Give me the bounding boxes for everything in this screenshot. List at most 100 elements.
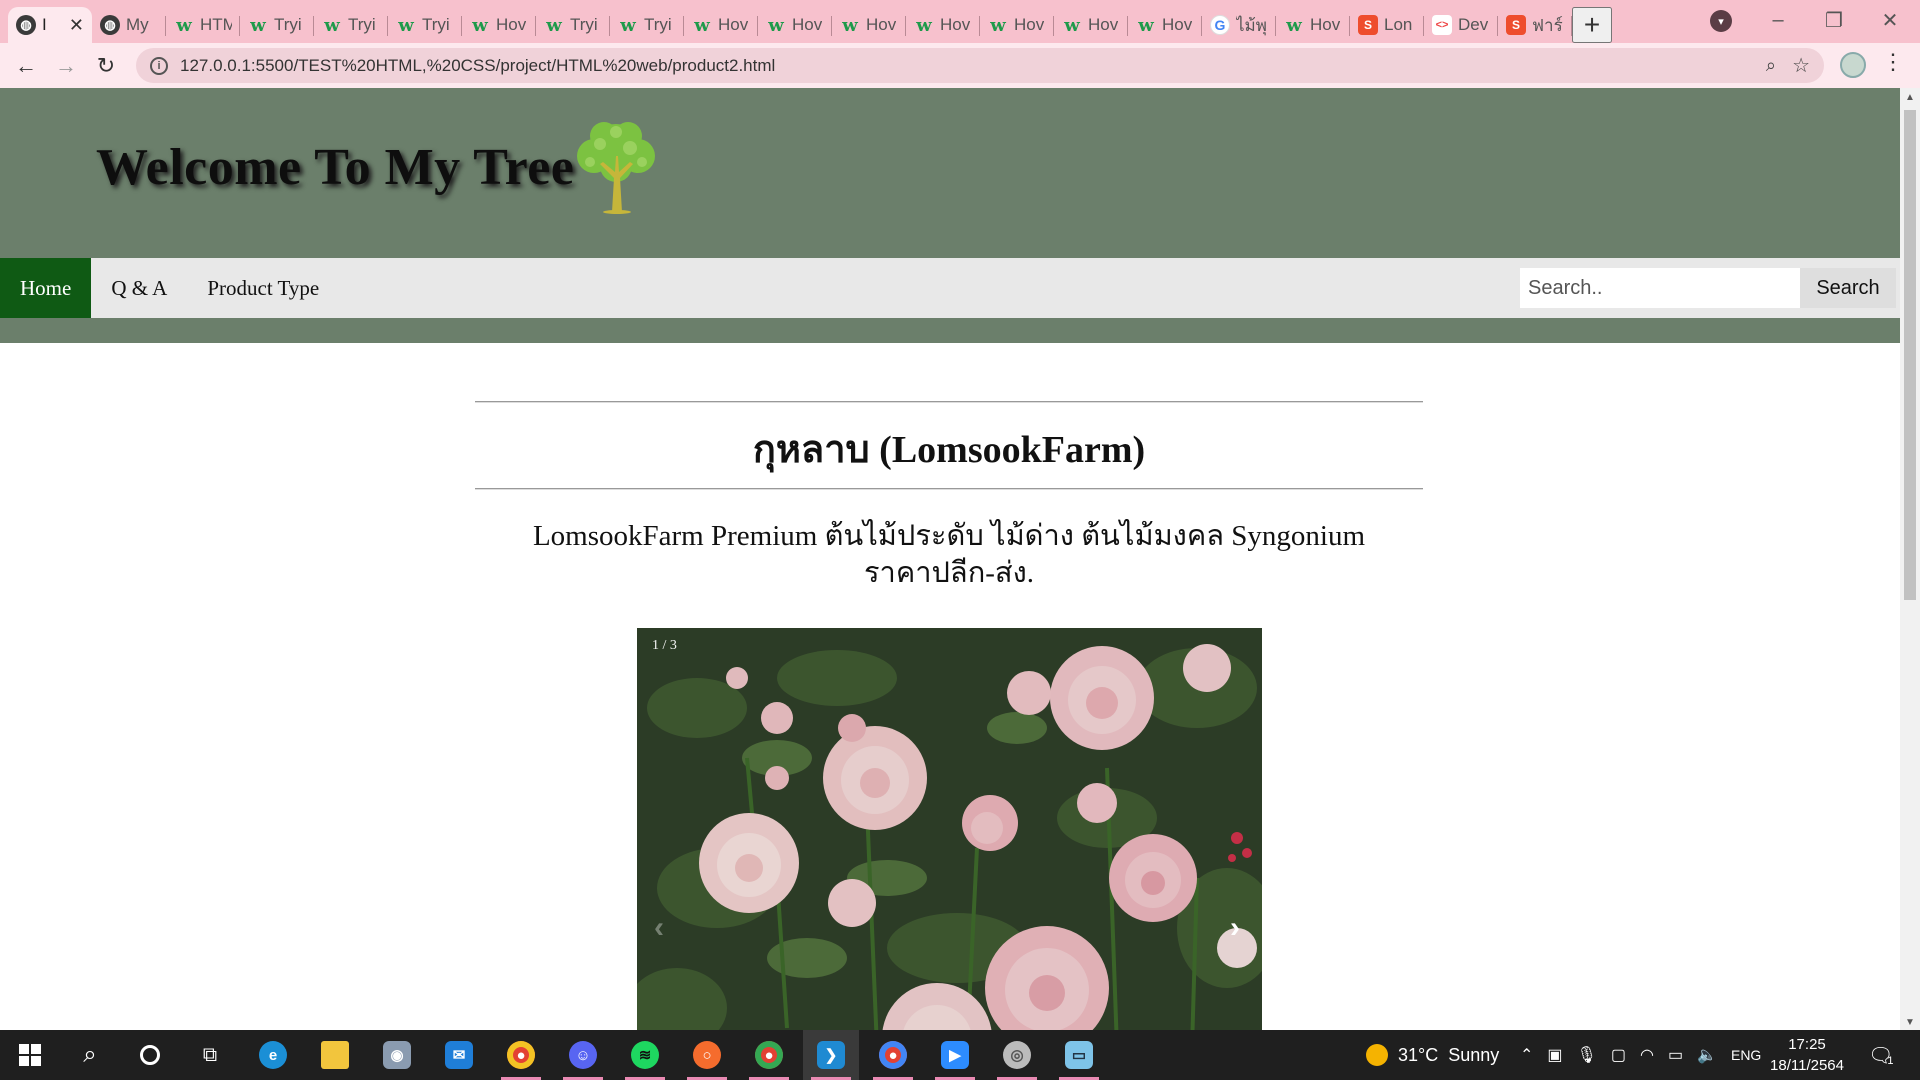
browser-tab[interactable]: w Hov [906,7,980,43]
wifi-icon[interactable]: ◠ [1640,1045,1654,1065]
weather-widget[interactable]: 31°C Sunny [1366,1030,1499,1080]
browser-tab[interactable]: S Lon [1350,7,1424,43]
scroll-down-icon[interactable]: ▼ [1905,1017,1915,1028]
clock[interactable]: 17:25 18/11/2564 [1748,1034,1866,1076]
browser-tab[interactable]: w Tryi [536,7,610,43]
w3schools-icon: w [546,14,562,36]
close-window-button[interactable]: ✕ [1862,0,1918,40]
site-search-input[interactable] [1520,268,1800,308]
browser-tab[interactable]: w Tryi [314,7,388,43]
title-top-divider [475,401,1423,403]
close-tab-icon[interactable]: ✕ [69,15,84,36]
mail-icon[interactable]: ✉ [431,1030,487,1080]
tab-label: HTM [200,15,232,34]
tab-label: Hov [792,15,823,34]
profile-avatar[interactable] [1840,52,1866,78]
back-icon[interactable]: ← [6,46,46,86]
browser-tab[interactable]: w Hov [980,7,1054,43]
scroll-up-icon[interactable]: ▲ [1905,92,1915,103]
vscode-icon[interactable]: ❯ [803,1030,859,1080]
search-icon[interactable]: ⌕ [62,1030,118,1080]
browser-tab[interactable]: <> Dev [1424,7,1498,43]
nav-bottom-band [0,318,1900,343]
tab-label: Hov [1310,15,1341,34]
page-scrollbar[interactable]: ▲ ▼ [1900,88,1920,1030]
browser-tab[interactable]: w Tryi [610,7,684,43]
tree-logo-icon [577,122,655,214]
file-explorer-icon[interactable] [307,1030,363,1080]
zoom-icon[interactable]: ⌕ [1766,55,1776,76]
chrome-icon[interactable]: ● [865,1030,921,1080]
notification-count: 1 [1887,1055,1894,1067]
nav-home-link[interactable]: Home [0,258,92,318]
start-icon[interactable] [2,1030,58,1080]
shopee-icon: S [1506,15,1526,35]
battery-icon[interactable]: ▭ [1668,1045,1683,1065]
w3schools-icon: w [176,14,192,36]
site-search-button[interactable]: Search [1800,268,1896,308]
microphone-icon[interactable]: 🎙 [1577,1045,1597,1065]
bookmark-star-icon[interactable]: ☆ [1792,53,1810,78]
w3schools-icon: w [324,14,340,36]
product-slideshow: 1 / 3 ‹ › [637,628,1262,1030]
disc-icon[interactable]: ◎ [989,1030,1045,1080]
browser-tab[interactable]: w Hov [462,7,536,43]
nav-product-type-link[interactable]: Product Type [187,258,339,318]
weather-text: Sunny [1448,1044,1500,1065]
w3schools-icon: w [694,14,710,36]
tab-label: Dev [1458,15,1489,34]
discord-icon[interactable]: ☺ [555,1030,611,1080]
tab-label: Tryi [422,15,450,34]
cortana-icon[interactable] [122,1030,178,1080]
browser-tab[interactable]: G ไม้พุ [1202,7,1276,43]
volume-icon[interactable]: 🔈 [1697,1045,1717,1065]
tab-label: ฟาร์ [1532,15,1563,35]
tab-label: Hov [940,15,971,34]
edge-icon[interactable]: e [245,1030,301,1080]
browser-tab[interactable]: w Hov [832,7,906,43]
slide-counter: 1 / 3 [652,638,677,653]
display-icon[interactable]: ▢ [1611,1045,1626,1065]
chrome-icon[interactable]: ● [493,1030,549,1080]
meet-now-icon[interactable]: ▣ [1547,1045,1562,1065]
browser-tab[interactable]: ◍ My [92,7,166,43]
browser-tab[interactable]: w Hov [1054,7,1128,43]
browser-tab[interactable]: w Tryi [240,7,314,43]
browser-tab[interactable]: w Hov [758,7,832,43]
browser-tab[interactable]: w HTM [166,7,240,43]
minimize-button[interactable]: – [1750,0,1806,40]
site-info-icon[interactable]: i [150,56,168,75]
chevron-up-icon[interactable]: ⌃ [1520,1045,1533,1065]
browser-tab[interactable]: w Tryi [388,7,462,43]
w3schools-icon: w [1138,14,1154,36]
task-view-icon[interactable]: ⧉ [182,1030,238,1080]
browser-tab[interactable]: S ฟาร์ [1498,7,1572,43]
scrollbar-thumb[interactable] [1904,110,1916,600]
origin-icon[interactable]: ○ [679,1030,735,1080]
browser-tab[interactable]: w Hov [1128,7,1202,43]
notepad-icon[interactable]: ▭ [1051,1030,1107,1080]
reload-icon[interactable]: ↻ [86,46,126,86]
browser-tab[interactable]: w Hov [1276,7,1350,43]
browser-tab[interactable]: w Hov [684,7,758,43]
url-text[interactable]: 127.0.0.1:5500/TEST%20HTML,%20CSS/projec… [180,56,775,76]
browser-tab[interactable]: ◍ I ✕ [8,7,92,43]
slide-next-button[interactable]: › [1217,908,1253,948]
spotify-icon[interactable]: ≋ [617,1030,673,1080]
address-bar[interactable]: i 127.0.0.1:5500/TEST%20HTML,%20CSS/proj… [136,48,1824,83]
new-tab-button[interactable]: + [1572,7,1612,43]
forward-icon[interactable]: → [46,46,86,86]
browser-menu-icon[interactable]: ⋮ [1882,49,1904,75]
w3schools-icon: w [620,14,636,36]
globe-icon: ◍ [16,15,36,35]
tab-search-icon[interactable]: ▾ [1710,10,1732,32]
slide-prev-button[interactable]: ‹ [641,908,677,948]
camera-icon[interactable]: ◉ [369,1030,425,1080]
restore-button[interactable]: ❐ [1806,0,1862,40]
w3schools-icon: w [842,14,858,36]
notification-center-icon[interactable]: 🗨 1 [1868,1030,1894,1080]
chrome-icon[interactable]: ● [741,1030,797,1080]
zoom-icon[interactable]: ▶ [927,1030,983,1080]
w3schools-icon: w [250,14,266,36]
nav-qa-link[interactable]: Q & A [91,258,187,318]
